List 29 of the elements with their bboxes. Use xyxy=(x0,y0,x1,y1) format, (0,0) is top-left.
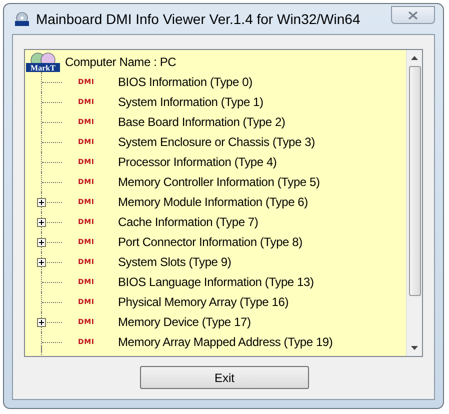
tree-item[interactable]: Memory Device (Type 17) xyxy=(118,315,251,329)
tree-item[interactable]: Memory Controller Information (Type 5) xyxy=(118,175,320,189)
tree-item[interactable]: Port Connector Information (Type 8) xyxy=(118,235,302,249)
tree-item[interactable]: System Slots (Type 9) xyxy=(118,255,232,269)
tree-item[interactable]: Base Board Information (Type 2) xyxy=(118,115,286,129)
close-icon xyxy=(408,10,418,20)
expand-icon[interactable] xyxy=(37,198,46,207)
scroll-down-icon[interactable] xyxy=(411,346,418,350)
exit-button[interactable]: Exit xyxy=(140,366,309,389)
expand-icon[interactable] xyxy=(37,238,46,247)
close-button[interactable] xyxy=(391,6,435,24)
tree-item[interactable]: System Information (Type 1) xyxy=(118,95,264,109)
expand-icon[interactable] xyxy=(37,218,46,227)
tree-item[interactable]: System Enclosure or Chassis (Type 3) xyxy=(118,135,315,149)
tree-item[interactable]: BIOS Information (Type 0) xyxy=(118,75,252,89)
expand-icon[interactable] xyxy=(37,318,46,327)
tree-item[interactable]: Memory Module Information (Type 6) xyxy=(118,195,308,209)
disc-app-icon xyxy=(14,12,30,26)
tree-item[interactable]: Physical Memory Array (Type 16) xyxy=(118,295,289,309)
tree-item[interactable]: Processor Information (Type 4) xyxy=(118,155,277,169)
vertical-scrollbar[interactable] xyxy=(406,50,422,356)
scroll-up-icon[interactable] xyxy=(411,56,418,60)
tree-item[interactable]: Memory Array Mapped Address (Type 19) xyxy=(118,335,333,349)
tree-item[interactable]: Cache Information (Type 7) xyxy=(118,215,258,229)
tree-item[interactable]: BIOS Language Information (Type 13) xyxy=(118,275,314,289)
window-title: Mainboard DMI Info Viewer Ver.1.4 for Win32/Win64 xyxy=(36,11,362,27)
tree-root-label[interactable]: Computer Name : PC xyxy=(65,55,176,69)
scroll-thumb[interactable] xyxy=(408,66,420,296)
expand-icon[interactable] xyxy=(37,258,46,267)
